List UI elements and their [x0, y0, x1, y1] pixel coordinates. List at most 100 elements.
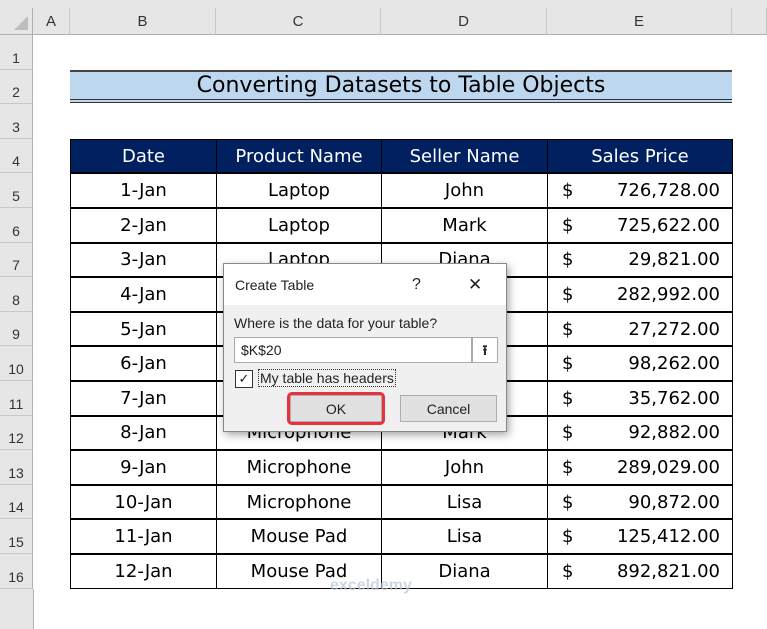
column-header-B[interactable]: B: [70, 8, 216, 35]
row-header-12[interactable]: 12: [0, 415, 33, 451]
currency-symbol: $: [562, 560, 574, 582]
price-cell[interactable]: $92,882.00: [547, 415, 733, 451]
price-value: 125,412.00: [616, 526, 720, 548]
price-cell[interactable]: $726,728.00: [547, 173, 733, 208]
row-header-4[interactable]: 4: [0, 138, 33, 174]
date-cell[interactable]: 10-Jan: [70, 484, 217, 520]
price-value: 726,728.00: [616, 180, 720, 202]
price-cell[interactable]: $289,029.00: [547, 450, 733, 485]
date-cell[interactable]: 6-Jan: [70, 346, 217, 381]
column-header-f[interactable]: [732, 8, 767, 35]
seller-cell[interactable]: Lisa: [381, 484, 548, 520]
currency-symbol: $: [562, 422, 574, 444]
row-header-17[interactable]: [0, 588, 34, 629]
price-cell[interactable]: $35,762.00: [547, 381, 733, 416]
row-header-11[interactable]: 11: [0, 381, 33, 416]
row-header-8[interactable]: 8: [0, 277, 33, 312]
price-cell[interactable]: $90,872.00: [547, 484, 733, 520]
currency-symbol: $: [562, 526, 574, 548]
product-cell[interactable]: Microphone: [216, 450, 382, 485]
currency-symbol: $: [562, 249, 574, 271]
seller-cell[interactable]: John: [381, 173, 548, 208]
headers-checkbox[interactable]: ✓: [235, 370, 253, 388]
price-value: 29,821.00: [628, 249, 720, 271]
product-cell[interactable]: Laptop: [216, 208, 382, 243]
sheet-title: Converting Datasets to Table Objects: [70, 70, 732, 103]
date-cell[interactable]: 8-Jan: [70, 415, 217, 451]
currency-symbol: $: [562, 456, 574, 478]
date-cell[interactable]: 1-Jan: [70, 173, 217, 208]
row-header-13[interactable]: 13: [0, 450, 33, 485]
header-cell[interactable]: Date: [70, 138, 217, 174]
product-cell[interactable]: Microphone: [216, 484, 382, 520]
top-bar: [0, 0, 767, 8]
price-value: 725,622.00: [616, 214, 720, 236]
price-cell[interactable]: $892,821.00: [547, 554, 733, 589]
column-header-A[interactable]: A: [33, 8, 70, 35]
header-cell[interactable]: Product Name: [216, 138, 382, 174]
price-value: 282,992.00: [616, 283, 720, 305]
price-cell[interactable]: $725,622.00: [547, 208, 733, 243]
range-input[interactable]: $K$20: [234, 337, 472, 363]
price-value: 90,872.00: [628, 491, 720, 513]
row-header-3[interactable]: 3: [0, 104, 33, 139]
price-cell[interactable]: $27,272.00: [547, 311, 733, 347]
watermark: exceldemy: [330, 577, 412, 594]
row-header-9[interactable]: 9: [0, 311, 33, 347]
date-cell[interactable]: 5-Jan: [70, 311, 217, 347]
column-header-D[interactable]: D: [381, 8, 547, 35]
date-cell[interactable]: 2-Jan: [70, 208, 217, 243]
header-cell[interactable]: Seller Name: [381, 138, 548, 174]
dialog-title: Create Table: [235, 276, 315, 293]
row-header-7[interactable]: 7: [0, 242, 33, 278]
price-value: 35,762.00: [628, 387, 720, 409]
product-cell[interactable]: Laptop: [216, 173, 382, 208]
collapse-dialog-icon[interactable]: ⭱: [472, 337, 498, 363]
row-header-16[interactable]: 16: [0, 554, 33, 589]
dialog-titlebar: Create Table ? ✕: [224, 264, 506, 305]
currency-symbol: $: [562, 283, 574, 305]
date-cell[interactable]: 7-Jan: [70, 381, 217, 416]
row-header-1[interactable]: 1: [0, 35, 33, 70]
column-header-C[interactable]: C: [216, 8, 381, 35]
price-cell[interactable]: $125,412.00: [547, 519, 733, 554]
header-cell[interactable]: Sales Price: [547, 138, 733, 174]
currency-symbol: $: [562, 491, 574, 513]
currency-symbol: $: [562, 180, 574, 202]
ok-button[interactable]: OK: [287, 392, 385, 425]
cancel-button[interactable]: Cancel: [400, 395, 497, 422]
close-icon[interactable]: ✕: [468, 275, 482, 295]
row-header-6[interactable]: 6: [0, 208, 33, 243]
price-value: 27,272.00: [628, 318, 720, 340]
date-cell[interactable]: 3-Jan: [70, 242, 217, 278]
price-cell[interactable]: $282,992.00: [547, 277, 733, 312]
help-button[interactable]: ?: [412, 276, 421, 294]
seller-cell[interactable]: Mark: [381, 208, 548, 243]
headers-checkbox-label[interactable]: My table has headers: [258, 369, 396, 387]
seller-cell[interactable]: John: [381, 450, 548, 485]
seller-cell[interactable]: Lisa: [381, 519, 548, 554]
product-cell[interactable]: Mouse Pad: [216, 519, 382, 554]
currency-symbol: $: [562, 353, 574, 375]
column-header-E[interactable]: E: [547, 8, 732, 35]
row-header-2[interactable]: 2: [0, 69, 33, 105]
range-prompt: Where is the data for your table?: [234, 315, 438, 331]
currency-symbol: $: [562, 318, 574, 340]
row-header-5[interactable]: 5: [0, 173, 33, 208]
price-value: 92,882.00: [628, 422, 720, 444]
date-cell[interactable]: 4-Jan: [70, 277, 217, 312]
price-cell[interactable]: $98,262.00: [547, 346, 733, 381]
row-header-15[interactable]: 15: [0, 519, 33, 554]
currency-symbol: $: [562, 387, 574, 409]
price-value: 98,262.00: [628, 353, 720, 375]
price-value: 892,821.00: [616, 560, 720, 582]
currency-symbol: $: [562, 214, 574, 236]
date-cell[interactable]: 12-Jan: [70, 554, 217, 589]
row-header-10[interactable]: 10: [0, 346, 33, 381]
price-value: 289,029.00: [616, 456, 720, 478]
row-header-14[interactable]: 14: [0, 484, 33, 520]
date-cell[interactable]: 9-Jan: [70, 450, 217, 485]
price-cell[interactable]: $29,821.00: [547, 242, 733, 278]
date-cell[interactable]: 11-Jan: [70, 519, 217, 554]
select-all-button[interactable]: [0, 8, 33, 35]
